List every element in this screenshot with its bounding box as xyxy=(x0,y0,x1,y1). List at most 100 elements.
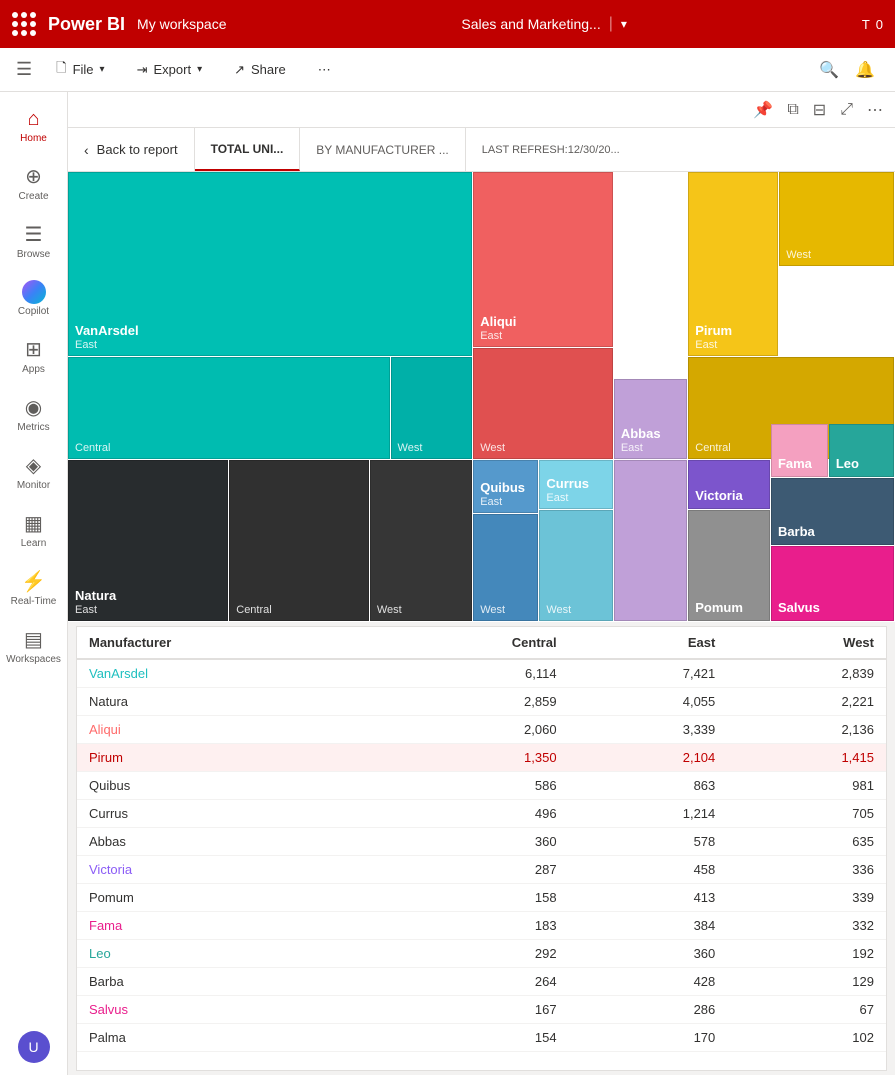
treemap-cell[interactable]: Leo xyxy=(829,424,894,477)
treemap-cell[interactable]: Central xyxy=(68,357,390,460)
back-to-report-label: Back to report xyxy=(97,142,178,157)
treemap-cell-sublabel: East xyxy=(695,339,771,351)
cell-name: Natura xyxy=(77,688,376,716)
treemap-cell[interactable] xyxy=(614,460,687,621)
tab-by-manufacturer[interactable]: BY MANUFACTURER ... xyxy=(300,128,465,171)
sidebar-learn-label: Learn xyxy=(21,538,47,549)
treemap-cell-sublabel: West xyxy=(480,604,531,616)
treemap-cell-label: Pomum xyxy=(695,600,763,616)
treemap-cell[interactable]: West xyxy=(473,348,613,460)
file-menu[interactable]: 🗋 File ▾ xyxy=(48,55,112,85)
cell-west: 635 xyxy=(727,828,886,856)
cell-west: 2,221 xyxy=(727,688,886,716)
more-menu[interactable]: ⋯ xyxy=(310,58,339,82)
col-west: West xyxy=(727,627,886,659)
cell-east: 360 xyxy=(569,940,728,968)
back-to-report-tab[interactable]: ‹ Back to report xyxy=(68,128,195,171)
treemap-cell[interactable]: AbbasEast xyxy=(614,379,687,459)
treemap-cell[interactable]: CurrusEast xyxy=(539,460,612,509)
cell-name: Aliqui xyxy=(77,716,376,744)
cell-central: 292 xyxy=(376,940,569,968)
back-arrow-icon: ‹ xyxy=(84,142,89,158)
table-row: Salvus 167 286 67 xyxy=(77,996,886,1024)
more-icon[interactable]: ⋯ xyxy=(863,96,887,124)
treemap-cell-sublabel: East xyxy=(75,604,221,616)
treemap-cell[interactable]: West xyxy=(473,514,538,621)
notifications-icon[interactable]: 🔔 xyxy=(851,56,879,84)
treemap-cell-label: Salvus xyxy=(778,600,887,616)
tab-total-units[interactable]: TOTAL UNI... xyxy=(195,128,301,171)
user-avatar[interactable]: U xyxy=(18,1031,50,1063)
cell-west: 102 xyxy=(727,1024,886,1052)
table-row: Barba 264 428 129 xyxy=(77,968,886,996)
tab-total-units-label: TOTAL UNI... xyxy=(211,142,284,156)
treemap-cell-label: Barba xyxy=(778,524,887,540)
expand-icon[interactable]: ⤢ xyxy=(836,97,857,123)
apps-grid-icon[interactable] xyxy=(12,12,36,36)
treemap-cell[interactable]: AliquiEast xyxy=(473,172,613,347)
treemap-cell[interactable]: Salvus xyxy=(771,546,894,622)
table-row: VanArsdel 6,114 7,421 2,839 xyxy=(77,659,886,688)
cell-west: 1,415 xyxy=(727,744,886,772)
search-icon[interactable]: 🔍 xyxy=(815,56,843,84)
treemap-cell[interactable]: West xyxy=(539,510,612,622)
table-row: Quibus 586 863 981 xyxy=(77,772,886,800)
sidebar-item-learn[interactable]: ▦ Learn xyxy=(4,503,64,557)
sidebar-item-home[interactable]: ⌂ Home xyxy=(4,100,64,152)
treemap-cell-label: Natura xyxy=(75,588,221,604)
treemap-cell[interactable]: QuibusEast xyxy=(473,460,538,513)
cell-central: 6,114 xyxy=(376,659,569,688)
sidebar-item-workspaces[interactable]: ▤ Workspaces xyxy=(4,619,64,673)
monitor-icon: ◈ xyxy=(26,453,41,478)
col-east: East xyxy=(569,627,728,659)
hamburger-icon[interactable]: ☰ xyxy=(16,59,32,80)
cell-east: 578 xyxy=(569,828,728,856)
share-icon: ↗ xyxy=(234,62,245,78)
cell-name: Leo xyxy=(77,940,376,968)
treemap-container[interactable]: VanArsdelEastCentralWestNaturaEastCentra… xyxy=(68,172,895,622)
treemap-cell[interactable]: Pomum xyxy=(688,510,770,622)
cell-east: 4,055 xyxy=(569,688,728,716)
treemap-cell[interactable]: Fama xyxy=(771,424,828,477)
copy-icon[interactable]: ⧉ xyxy=(783,97,802,123)
treemap-cell[interactable]: PirumEast xyxy=(688,172,778,356)
title-chevron-icon[interactable]: ▾ xyxy=(621,17,627,31)
treemap-cell[interactable]: VanArsdelEast xyxy=(68,172,472,356)
treemap-cell[interactable]: West xyxy=(391,357,473,460)
export-chevron-icon: ▾ xyxy=(197,64,202,75)
cell-east: 428 xyxy=(569,968,728,996)
last-refresh-text: LAST REFRESH:12/30/20... xyxy=(482,144,620,156)
top-right-label: T xyxy=(862,17,870,32)
export-menu[interactable]: ⇥ Export ▾ xyxy=(129,58,211,82)
cell-central: 158 xyxy=(376,884,569,912)
sidebar-item-metrics[interactable]: ◉ Metrics xyxy=(4,387,64,441)
treemap-cell-sublabel: West xyxy=(398,442,466,454)
cell-central: 496 xyxy=(376,800,569,828)
cell-west: 981 xyxy=(727,772,886,800)
share-menu[interactable]: ↗ Share xyxy=(226,58,294,82)
sidebar-item-apps[interactable]: ⊞ Apps xyxy=(4,329,64,383)
share-label: Share xyxy=(251,62,286,77)
treemap-cell[interactable]: West xyxy=(779,172,894,266)
cell-central: 2,060 xyxy=(376,716,569,744)
pin-icon[interactable]: 📌 xyxy=(749,96,777,124)
cell-central: 586 xyxy=(376,772,569,800)
sidebar-item-monitor[interactable]: ◈ Monitor xyxy=(4,445,64,499)
treemap-cell[interactable]: Victoria xyxy=(688,460,770,509)
cell-west: 2,839 xyxy=(727,659,886,688)
sidebar-item-browse[interactable]: ☰ Browse xyxy=(4,214,64,268)
treemap-cell[interactable]: West xyxy=(370,460,472,621)
cell-east: 170 xyxy=(569,1024,728,1052)
sidebar-item-create[interactable]: ⊕ Create xyxy=(4,156,64,210)
cell-west: 336 xyxy=(727,856,886,884)
cell-name: Abbas xyxy=(77,828,376,856)
sidebar-item-onelake[interactable]: Copilot xyxy=(4,272,64,325)
sidebar-item-realtime[interactable]: ⚡ Real-Time xyxy=(4,561,64,615)
table-row: Currus 496 1,214 705 xyxy=(77,800,886,828)
treemap: VanArsdelEastCentralWestNaturaEastCentra… xyxy=(68,172,895,622)
treemap-cell[interactable]: Barba xyxy=(771,478,894,545)
treemap-cell[interactable]: Central xyxy=(229,460,369,621)
filter-icon[interactable]: ⊟ xyxy=(809,96,830,124)
treemap-cell[interactable]: NaturaEast xyxy=(68,460,228,621)
sidebar: ⌂ Home ⊕ Create ☰ Browse Copilot ⊞ Apps … xyxy=(0,92,68,1075)
